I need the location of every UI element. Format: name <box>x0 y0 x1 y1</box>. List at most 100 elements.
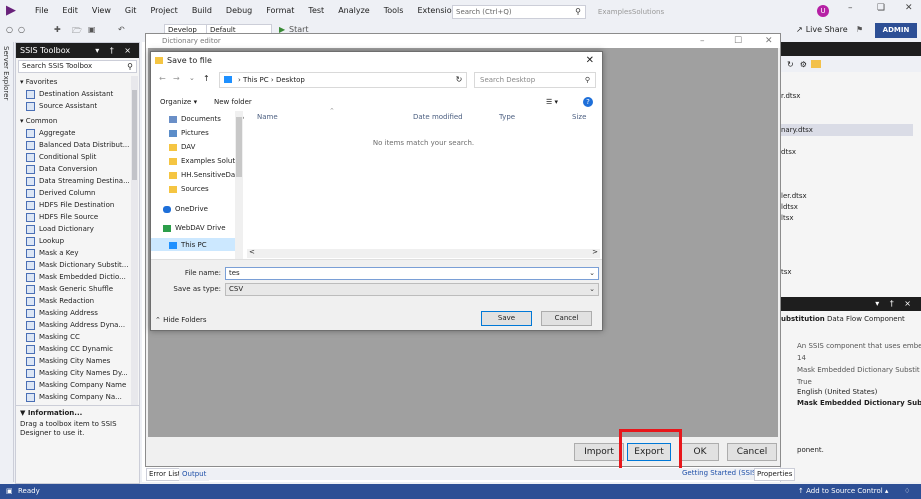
properties-icon[interactable] <box>810 60 821 68</box>
file-name-input[interactable]: tes ⌄ <box>225 267 599 280</box>
solution-file[interactable]: nary.dtsx <box>781 126 813 134</box>
list-item[interactable]: Load Dictionary <box>16 223 132 235</box>
refresh-icon[interactable]: ↻ <box>787 60 794 69</box>
admin-badge[interactable]: ADMIN <box>875 23 917 38</box>
avatar[interactable]: U <box>817 5 829 17</box>
close-icon[interactable]: ✕ <box>765 34 773 48</box>
list-item[interactable]: Masking City Names Dy... <box>16 367 132 379</box>
list-item[interactable]: Masking CC Dynamic <box>16 343 132 355</box>
info-expand-icon[interactable]: ▼ <box>20 409 25 417</box>
property-row[interactable]: 14 <box>797 354 806 362</box>
solution-file[interactable]: ltsx <box>781 214 793 222</box>
column-size[interactable]: Size <box>572 113 586 121</box>
help-icon[interactable]: ? <box>583 97 593 107</box>
tab-error-list[interactable]: Error List <box>146 468 184 481</box>
list-item[interactable]: Data Conversion <box>16 163 132 175</box>
tab-properties[interactable]: Properties <box>754 468 796 481</box>
group-favorites[interactable]: ▾ Favorites <box>16 76 132 88</box>
scrollbar-thumb[interactable] <box>132 90 137 180</box>
menu-file[interactable]: File <box>28 0 55 22</box>
list-item[interactable]: Destination Assistant <box>16 88 132 100</box>
undo-icon[interactable]: ↶ <box>118 25 125 34</box>
list-item[interactable]: Mask Dictionary Substit... <box>16 259 132 271</box>
path-this-pc[interactable]: This PC <box>243 76 269 84</box>
live-share-button[interactable]: ↗ Live Share <box>796 25 848 34</box>
list-item[interactable]: Masking Address <box>16 307 132 319</box>
group-common[interactable]: ▾ Common <box>16 115 132 127</box>
chevron-down-icon[interactable]: ⌄ <box>589 284 595 295</box>
list-item[interactable]: Mask Redaction <box>16 295 132 307</box>
scroll-left-icon[interactable]: < <box>249 248 255 256</box>
toolbox-scrollbar[interactable] <box>131 76 138 406</box>
toolbox-search-input[interactable]: Search SSIS Toolbox ⚲ <box>18 60 137 73</box>
solution-file[interactable]: tsx <box>781 268 792 276</box>
property-row[interactable]: English (United States) <box>797 388 877 396</box>
path-desktop[interactable]: Desktop <box>276 76 305 84</box>
list-item[interactable]: Masking City Names <box>16 355 132 367</box>
list-item[interactable]: HDFS File Source <box>16 211 132 223</box>
back-icon[interactable]: ○ <box>6 25 13 34</box>
open-folder-icon[interactable]: 🗁 <box>72 25 82 39</box>
menu-tools[interactable]: Tools <box>377 0 411 22</box>
save-type-select[interactable]: CSV ⌄ <box>225 283 599 296</box>
back-arrow-icon[interactable]: ← <box>159 74 166 83</box>
property-row[interactable]: Mask Embedded Dictionary Subst <box>797 399 921 407</box>
nav-item-dav[interactable]: DAV <box>169 143 195 151</box>
import-button[interactable]: Import <box>574 443 624 461</box>
list-item[interactable]: HDFS File Destination <box>16 199 132 211</box>
restore-window-icon[interactable]: ❏ <box>877 3 885 13</box>
property-row[interactable]: An SSIS component that uses embe <box>797 342 921 350</box>
column-name[interactable]: Name <box>257 113 278 121</box>
list-item[interactable]: Masking Address Dyna... <box>16 319 132 331</box>
close-icon[interactable]: ✕ <box>586 52 594 70</box>
nav-item-webdav[interactable]: WebDAV Drive <box>163 224 226 232</box>
refresh-icon[interactable]: ↻ <box>451 72 467 88</box>
menu-project[interactable]: Project <box>143 0 184 22</box>
column-type[interactable]: Type <box>499 113 515 121</box>
list-item[interactable]: Mask Embedded Dictio... <box>16 271 132 283</box>
list-item[interactable]: Mask a Key <box>16 247 132 259</box>
close-window-icon[interactable]: ✕ <box>905 3 913 13</box>
column-date-modified[interactable]: Date modified <box>413 113 463 121</box>
nav-item-sensitive-data[interactable]: HH.SensitiveDat <box>169 171 238 179</box>
list-item[interactable]: Data Streaming Destina... <box>16 175 132 187</box>
nav-item-sources[interactable]: Sources <box>169 185 209 193</box>
list-item[interactable]: Mask Generic Shuffle <box>16 283 132 295</box>
cancel-button[interactable]: Cancel <box>727 443 777 461</box>
list-item[interactable]: Source Assistant <box>16 100 132 112</box>
list-item[interactable]: Masking Company Na... <box>16 391 132 403</box>
forward-arrow-icon[interactable]: → <box>173 74 180 83</box>
pin-icon[interactable]: ▾ † × <box>95 43 135 58</box>
desktop-search-input[interactable]: Search Desktop ⚲ <box>474 72 596 88</box>
nav-item-pictures[interactable]: Pictures↗ <box>169 129 243 137</box>
navigation-scrollbar[interactable] <box>235 111 243 259</box>
property-row[interactable]: Mask Embedded Dictionary Substit <box>797 366 920 374</box>
solution-file[interactable]: dtsx <box>781 148 796 156</box>
new-project-icon[interactable]: ✚ <box>54 25 61 34</box>
notifications-icon[interactable]: ♢ <box>904 484 910 499</box>
list-item[interactable]: Aggregate <box>16 127 132 139</box>
chevron-down-icon[interactable]: ⌄ <box>589 268 595 279</box>
list-item[interactable]: Balanced Data Distribut... <box>16 139 132 151</box>
list-item[interactable]: Masking Company Name <box>16 379 132 391</box>
solution-file[interactable]: ldtsx <box>781 203 798 211</box>
nav-item-this-pc[interactable]: This PC <box>169 241 207 249</box>
forward-icon[interactable]: ○ <box>18 25 25 34</box>
wrench-icon[interactable]: ⚙ <box>800 60 807 69</box>
tab-output[interactable]: Output <box>179 468 210 481</box>
view-options-icon[interactable]: ☰ ▾ <box>546 94 558 110</box>
up-arrow-icon[interactable]: ↑ <box>203 74 210 83</box>
minimize-window-icon[interactable]: – <box>848 3 853 13</box>
solution-file[interactable]: ler.dtsx <box>781 192 807 200</box>
recent-dropdown-icon[interactable]: ⌄ <box>189 74 195 82</box>
menu-format[interactable]: Format <box>259 0 301 22</box>
cancel-button[interactable]: Cancel <box>541 311 592 326</box>
property-row[interactable]: True <box>797 378 812 386</box>
menu-git[interactable]: Git <box>118 0 144 22</box>
solution-file[interactable]: r.dtsx <box>781 92 800 100</box>
hide-folders-button[interactable]: ⌃ Hide Folders <box>155 316 207 324</box>
minimize-icon[interactable]: – <box>700 34 705 48</box>
server-explorer-tab[interactable]: Server Explorer <box>0 42 14 482</box>
menu-analyze[interactable]: Analyze <box>331 0 377 22</box>
new-folder-button[interactable]: New folder <box>214 94 252 110</box>
